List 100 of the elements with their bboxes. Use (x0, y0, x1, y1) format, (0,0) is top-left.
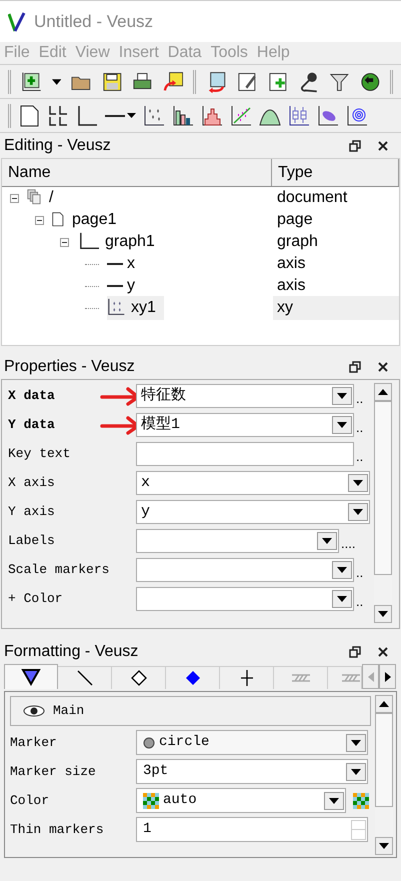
dropdown-button[interactable] (332, 561, 352, 579)
panel-title: Properties - Veusz (4, 356, 136, 376)
format-tab[interactable] (4, 664, 58, 689)
caret-icon (337, 596, 347, 602)
caret-icon (322, 538, 332, 544)
app-logo-icon (8, 10, 26, 32)
tree-item[interactable]: graph1 (77, 230, 163, 254)
dropdown-button[interactable] (324, 792, 344, 810)
add-data-icon (268, 70, 288, 92)
tree-item[interactable]: / (27, 186, 62, 210)
caret-icon (329, 798, 339, 804)
combo-field[interactable]: x (136, 471, 370, 495)
combo-field[interactable]: y (136, 500, 370, 524)
browse-button[interactable]: .. (354, 418, 364, 437)
type-cell-text: graph (276, 232, 319, 252)
line-icon (76, 669, 94, 687)
collapse-toggle[interactable] (10, 194, 19, 202)
dropdown-caret-icon[interactable] (127, 113, 136, 118)
format-tab[interactable] (112, 666, 166, 689)
combo-field[interactable] (136, 529, 339, 553)
browse-button[interactable]: .. (354, 592, 364, 611)
up-arrow-icon[interactable] (379, 701, 389, 707)
property-label: Color (10, 792, 50, 810)
dropdown-button[interactable] (348, 503, 368, 521)
type-cell-text: axis (276, 276, 306, 296)
property-label: Key text (8, 445, 70, 464)
combo-field[interactable]: 模型1 (136, 413, 354, 437)
close-icon[interactable] (377, 646, 389, 658)
combo-field[interactable]: circle (136, 730, 368, 755)
up-arrow-icon[interactable] (378, 389, 388, 395)
combo-field[interactable] (136, 587, 354, 611)
caret-icon (353, 509, 363, 515)
caret-icon (351, 740, 361, 746)
close-icon[interactable] (377, 140, 389, 152)
spin-field[interactable]: 1 (136, 817, 368, 842)
dropdown-button[interactable] (317, 532, 337, 550)
grid-icon (47, 104, 69, 126)
property-label: X data (8, 387, 55, 406)
dropdown-caret-icon[interactable] (52, 78, 61, 84)
dropdown-button[interactable] (332, 387, 352, 405)
blob-icon (317, 104, 339, 126)
property-label: Scale markers (8, 561, 110, 580)
caret-icon (351, 768, 361, 774)
circle-marker-icon (143, 736, 155, 748)
dropdown-button[interactable] (348, 474, 368, 492)
combo-field[interactable] (136, 558, 354, 582)
format-tab[interactable] (220, 666, 274, 689)
tree-item[interactable]: xy1 (107, 296, 164, 320)
browse-button[interactable]: .. (354, 446, 364, 466)
browse-button[interactable]: .. (354, 562, 364, 582)
dropdown-button[interactable] (332, 416, 352, 434)
hatch-icon (290, 672, 310, 684)
page-icon (18, 104, 40, 126)
format-tab[interactable] (166, 666, 220, 689)
tree-item[interactable]: y (107, 274, 143, 298)
float-icon[interactable] (349, 360, 361, 372)
collapse-toggle[interactable] (35, 216, 44, 224)
float-icon[interactable] (349, 140, 361, 152)
scatter-icon (143, 104, 165, 126)
import-icon (206, 70, 227, 92)
text-field[interactable] (136, 442, 354, 466)
property-label: Y axis (8, 503, 55, 522)
axis-icon (107, 263, 123, 265)
close-icon[interactable] (377, 360, 389, 372)
down-arrow-icon[interactable] (378, 611, 388, 617)
column-header[interactable]: Name (2, 159, 272, 186)
bar-chart-icon (172, 104, 194, 126)
tab-scroll-right[interactable] (379, 664, 396, 689)
float-icon[interactable] (349, 646, 361, 658)
triangle-icon (21, 668, 41, 686)
export-icon (162, 70, 184, 92)
collapse-toggle[interactable] (60, 238, 69, 246)
diamond-icon (184, 669, 202, 687)
right-arrow-icon[interactable] (384, 672, 390, 682)
scrollbar[interactable] (374, 383, 392, 623)
new-graph-icon (20, 70, 42, 92)
combo-field[interactable]: 3pt (136, 759, 368, 784)
axis-icon (107, 285, 123, 287)
combo-field[interactable]: 特征数 (136, 384, 354, 408)
caret-icon (337, 393, 347, 399)
browse-button[interactable]: .... (339, 534, 356, 553)
color-swatch-icon (143, 792, 159, 808)
section-header[interactable]: Main (10, 696, 371, 726)
dropdown-button[interactable] (346, 762, 366, 780)
combo-field[interactable]: auto (136, 788, 346, 813)
tree-item[interactable]: x (107, 252, 143, 276)
boxplot-icon (288, 104, 310, 126)
scrollbar[interactable] (375, 695, 393, 855)
property-label: Thin markers (10, 820, 105, 839)
type-cell-text: axis (276, 254, 306, 274)
down-arrow-icon[interactable] (379, 843, 389, 849)
caret-icon (353, 480, 363, 486)
browse-button[interactable]: .. (354, 388, 364, 408)
dropdown-button[interactable] (346, 734, 366, 752)
diamond-icon (130, 669, 148, 687)
tree-item[interactable]: page1 (52, 208, 124, 232)
dropdown-button[interactable] (332, 590, 352, 608)
panel-title: Editing - Veusz (4, 136, 112, 156)
property-label: Y data (8, 416, 55, 434)
column-header[interactable]: Type (272, 159, 399, 186)
